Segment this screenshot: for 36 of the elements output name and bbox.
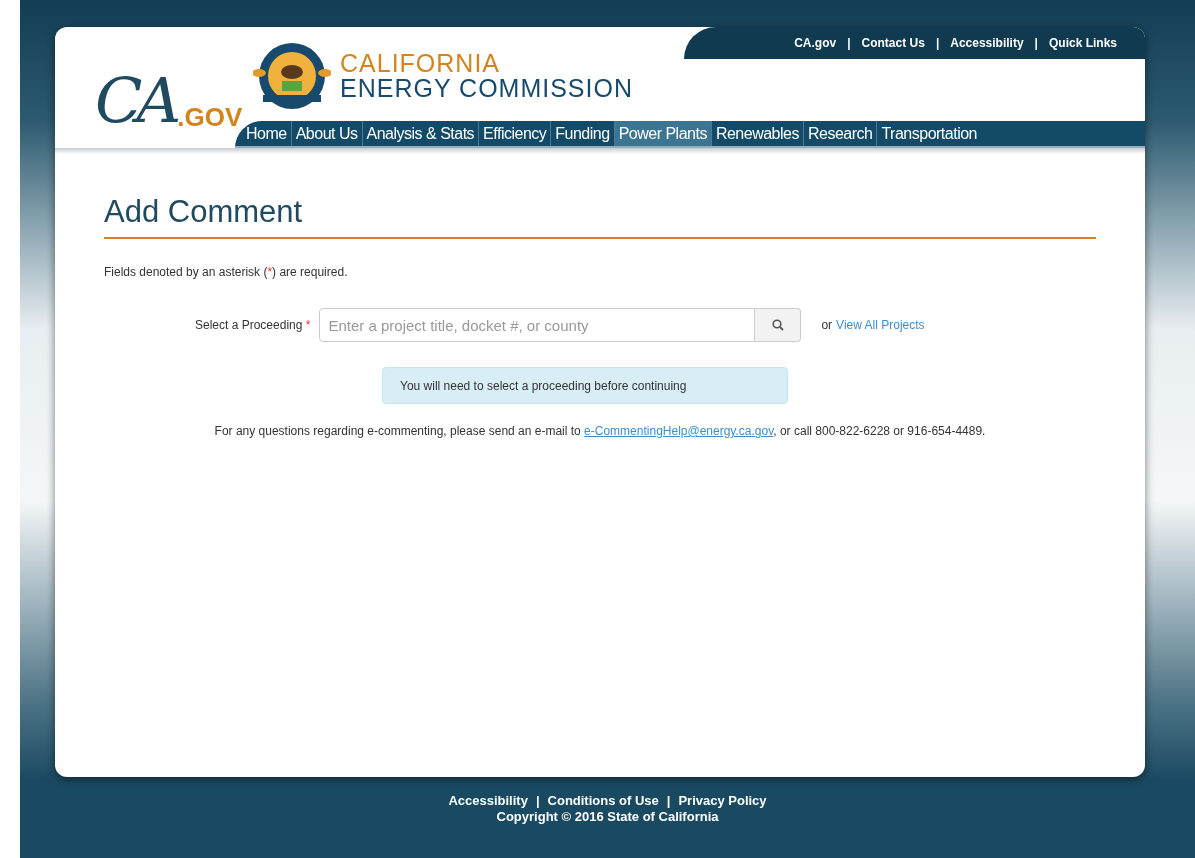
brand-title: CALIFORNIA [340,51,502,76]
footer-link[interactable]: Privacy Policy [678,793,767,809]
or-text: or [821,317,833,334]
nav-tab[interactable]: About Us [290,121,362,146]
top-link[interactable]: CA.gov [794,34,837,52]
link-separator: | [935,35,940,52]
top-link[interactable]: Quick Links [1048,34,1117,52]
footer-link[interactable]: Accessibility [448,793,528,809]
nav-tab[interactable]: Analysis & Stats [361,121,479,146]
nav-tab[interactable]: Renewables [710,121,803,146]
ca-gov-logo-script[interactable]: CA [95,70,176,132]
nav-tab[interactable]: Transportation [876,121,981,146]
nav-tab[interactable]: Efficiency [478,121,551,146]
view-all-projects-link[interactable]: View All Projects [836,316,925,334]
search-icon [771,319,784,331]
link-separator: | [847,35,851,52]
top-link[interactable]: Contact Us [861,34,925,52]
top-link[interactable]: Accessibility [950,34,1024,52]
footer-link[interactable]: Conditions of Use [547,793,659,809]
copyright-text: Copyright © 2016 State of California [496,809,719,825]
link-separator: | [666,793,671,809]
field-label: Select a Proceeding * [195,317,311,334]
link-separator: | [1034,35,1038,52]
nav-tab[interactable]: Funding [550,121,614,146]
help-text: For any questions regarding e-commenting, please send an e-mail to e-CommentingHelp@energy.ca.gov, or call 800-822-6228 or 916-654-4489. [214,423,986,440]
page-title: Add Comment [104,196,1096,239]
search-button[interactable] [755,308,802,342]
brand-subtitle: ENERGY COMMISSION [340,76,633,101]
nav-tab[interactable]: Research [802,121,877,146]
link-separator: | [535,793,540,809]
alert-message: You will need to select a proceeding before continuing [382,367,788,404]
required-note: Fields denoted by an asterisk (*) are required. [104,264,349,281]
energy-commission-seal-icon [253,41,331,111]
nav-tab[interactable]: Home [242,121,291,146]
nav-tab[interactable]: Power Plants [613,121,711,146]
search-field[interactable]: Enter a project title, docket #, or county [319,308,756,342]
